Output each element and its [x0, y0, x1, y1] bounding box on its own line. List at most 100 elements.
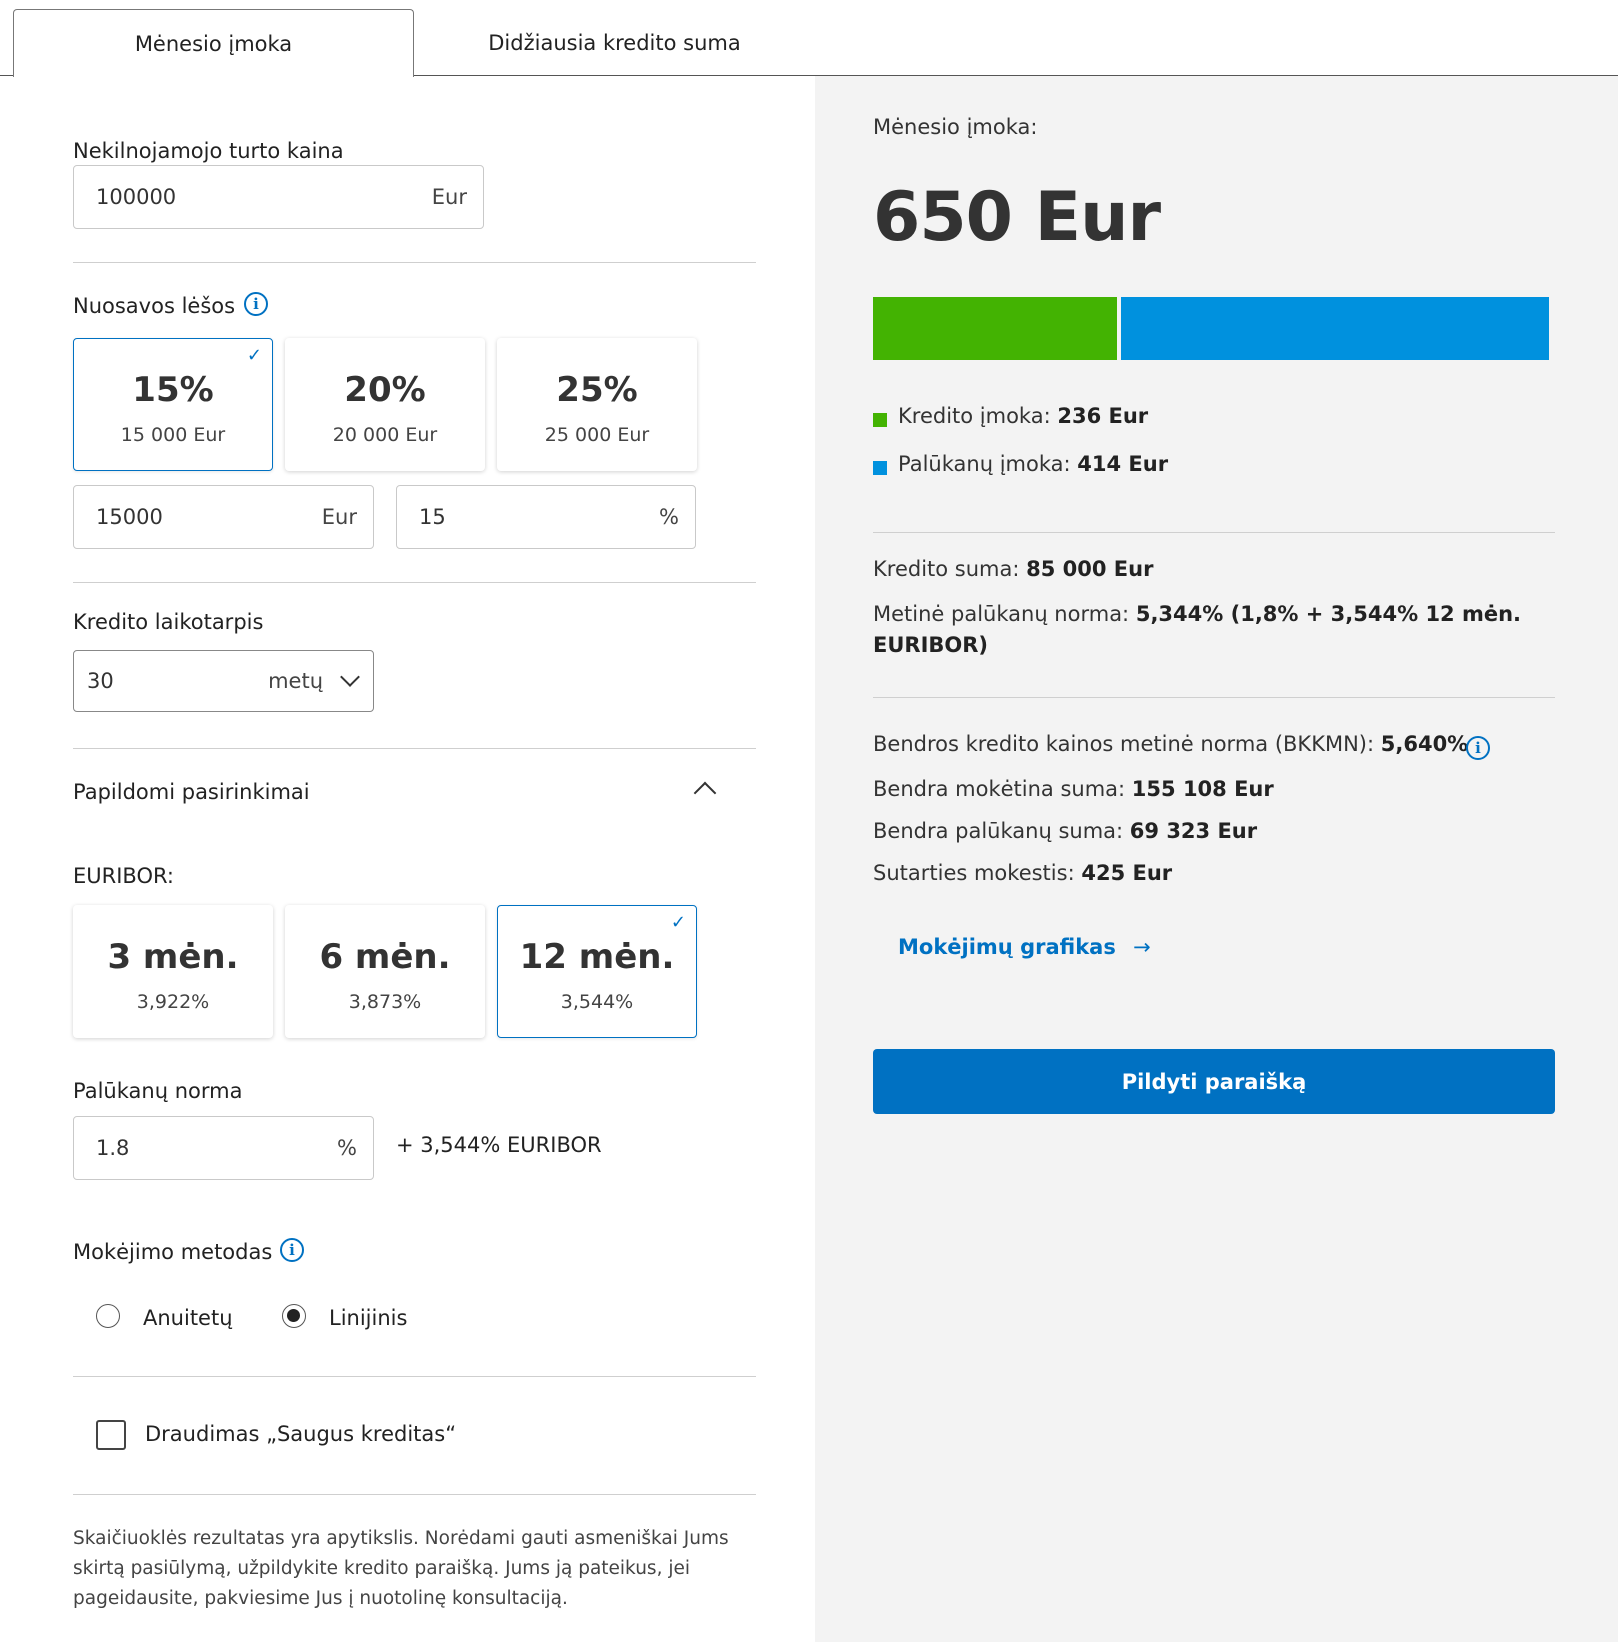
euribor-label: EURIBOR:: [73, 864, 175, 888]
result-heading: Mėnesio įmoka:: [873, 115, 1038, 139]
linear-label[interactable]: Linijinis: [329, 1306, 407, 1330]
bkkmn-label: Bendros kredito kainos metinė norma (BKK…: [873, 732, 1375, 756]
credit-legend: Kredito įmoka: 236 Eur: [898, 404, 1148, 428]
annual-rate-value-cont: EURIBOR): [873, 633, 989, 657]
credit-sum-label: Kredito suma:: [873, 557, 1020, 581]
euribor-option-3m[interactable]: 3 mėn. 3,922%: [73, 905, 273, 1038]
own-funds-option-15[interactable]: ✓ 15% 15 000 Eur: [73, 338, 273, 471]
annuity-label[interactable]: Anuitetų: [143, 1306, 233, 1330]
payment-schedule-label: Mokėjimų grafikas: [898, 935, 1116, 959]
total-interest-row: Bendra palūkanų suma: 69 323 Eur: [873, 819, 1257, 843]
info-icon[interactable]: i: [280, 1238, 304, 1262]
divider: [73, 1494, 756, 1495]
bkkmn-row: Bendros kredito kainos metinė norma (BKK…: [873, 732, 1468, 756]
check-icon: ✓: [246, 345, 262, 366]
info-icon[interactable]: i: [244, 292, 268, 316]
interest-rate-label: Palūkanų norma: [73, 1079, 243, 1103]
credit-legend-value: 236 Eur: [1057, 404, 1149, 428]
interest-payment-bar: [1121, 297, 1549, 360]
annual-rate-value: 5,344% (1,8% + 3,544% 12 mėn.: [1135, 602, 1522, 626]
credit-payment-bar: [873, 297, 1117, 360]
own-funds-amount: 15 000 Eur: [120, 423, 226, 446]
credit-term-unit: metų: [268, 669, 323, 693]
own-funds-percent: 15%: [132, 369, 214, 410]
disclaimer-text: Skaičiuoklės rezultatas yra apytikslis. …: [73, 1528, 729, 1609]
euribor-rate: 3,922%: [136, 990, 210, 1013]
contract-fee-value: 425 Eur: [1081, 861, 1173, 885]
total-interest-label: Bendra palūkanų suma:: [873, 819, 1124, 843]
own-funds-percent-unit: %: [659, 505, 679, 529]
annuity-radio[interactable]: [96, 1304, 120, 1328]
chevron-down-icon: [340, 667, 360, 687]
payment-schedule-link[interactable]: Mokėjimų grafikas →: [898, 935, 1151, 959]
own-funds-option-25[interactable]: 25% 25 000 Eur: [497, 338, 697, 471]
tab-monthly-payment[interactable]: Mėnesio įmoka: [13, 9, 414, 77]
interest-legend-swatch: [873, 461, 887, 475]
credit-term-select[interactable]: 30 metų: [73, 650, 374, 712]
credit-sum-row: Kredito suma: 85 000 Eur: [873, 557, 1153, 581]
interest-legend-label: Palūkanų įmoka:: [898, 452, 1071, 476]
apply-button[interactable]: Pildyti paraišką: [873, 1049, 1555, 1114]
bkkmn-value: 5,640%: [1380, 732, 1469, 756]
additional-options-toggle[interactable]: Papildomi pasirinkimai: [73, 780, 310, 804]
insurance-checkbox[interactable]: [96, 1420, 126, 1450]
annual-rate-row: Metinė palūkanų norma: 5,344% (1,8% + 3,…: [873, 599, 1563, 661]
own-funds-amount-value: 15000: [96, 505, 163, 529]
interest-legend: Palūkanų įmoka: 414 Eur: [898, 452, 1168, 476]
property-price-label: Nekilnojamojo turto kaina: [73, 139, 344, 163]
total-payable-row: Bendra mokėtina suma: 155 108 Eur: [873, 777, 1274, 801]
credit-term-label: Kredito laikotarpis: [73, 610, 264, 634]
interest-rate-value: 1.8: [96, 1136, 130, 1160]
credit-sum-value: 85 000 Eur: [1026, 557, 1154, 581]
info-icon[interactable]: i: [1466, 736, 1490, 760]
chevron-up-icon[interactable]: [693, 781, 717, 805]
property-price-unit: Eur: [431, 185, 467, 209]
monthly-payment-currency: Eur: [1034, 178, 1161, 257]
own-funds-amount-unit: Eur: [321, 505, 357, 529]
payment-method-label: Mokėjimo metodas: [73, 1240, 273, 1264]
own-funds-label: Nuosavos lėšos: [73, 294, 236, 318]
euribor-rate: 3,544%: [560, 990, 634, 1013]
euribor-option-12m[interactable]: ✓ 12 mėn. 3,544%: [497, 905, 697, 1038]
interest-rate-input[interactable]: 1.8 %: [73, 1116, 374, 1180]
property-price-value: 100000: [96, 185, 177, 209]
linear-radio[interactable]: [282, 1304, 306, 1328]
divider: [873, 532, 1555, 533]
total-interest-value: 69 323 Eur: [1129, 819, 1258, 843]
total-payable-label: Bendra mokėtina suma:: [873, 777, 1126, 801]
euribor-option-6m[interactable]: 6 mėn. 3,873%: [285, 905, 485, 1038]
check-icon: ✓: [670, 912, 686, 933]
own-funds-amount: 25 000 Eur: [544, 423, 650, 446]
euribor-term: 6 mėn.: [319, 936, 451, 977]
property-price-input[interactable]: 100000 Eur: [73, 165, 484, 229]
own-funds-percent: 20%: [344, 369, 426, 410]
annual-rate-label: Metinė palūkanų norma:: [873, 602, 1130, 626]
credit-term-value: 30: [87, 669, 114, 693]
divider: [73, 1376, 756, 1377]
own-funds-percent: 25%: [556, 369, 638, 410]
divider: [73, 582, 756, 583]
divider: [73, 748, 756, 749]
euribor-term: 3 mėn.: [107, 936, 239, 977]
euribor-term: 12 mėn.: [519, 936, 675, 977]
monthly-payment-amount: 650 Eur: [873, 178, 1161, 257]
credit-legend-label: Kredito įmoka:: [898, 404, 1051, 428]
tab-bar: Mėnesio įmoka Didžiausia kredito suma: [0, 0, 1618, 77]
contract-fee-label: Sutarties mokestis:: [873, 861, 1075, 885]
divider: [873, 697, 1555, 698]
insurance-label[interactable]: Draudimas „Saugus kreditas“: [145, 1422, 456, 1446]
interest-rate-euribor-suffix: + 3,544% EURIBOR: [396, 1133, 602, 1157]
tab-label: Mėnesio įmoka: [134, 31, 293, 56]
own-funds-amount-input[interactable]: 15000 Eur: [73, 485, 374, 549]
own-funds-percent-input[interactable]: 15 %: [396, 485, 696, 549]
own-funds-option-20[interactable]: 20% 20 000 Eur: [285, 338, 485, 471]
interest-rate-unit: %: [337, 1136, 357, 1160]
tab-label: Didžiausia kredito suma: [488, 30, 741, 55]
divider: [73, 262, 756, 263]
euribor-rate: 3,873%: [348, 990, 422, 1013]
monthly-payment-value: 650: [873, 178, 1013, 257]
tab-max-credit[interactable]: Didžiausia kredito suma: [414, 9, 815, 76]
own-funds-percent-value: 15: [419, 505, 446, 529]
contract-fee-row: Sutarties mokestis: 425 Eur: [873, 861, 1172, 885]
interest-legend-value: 414 Eur: [1077, 452, 1169, 476]
